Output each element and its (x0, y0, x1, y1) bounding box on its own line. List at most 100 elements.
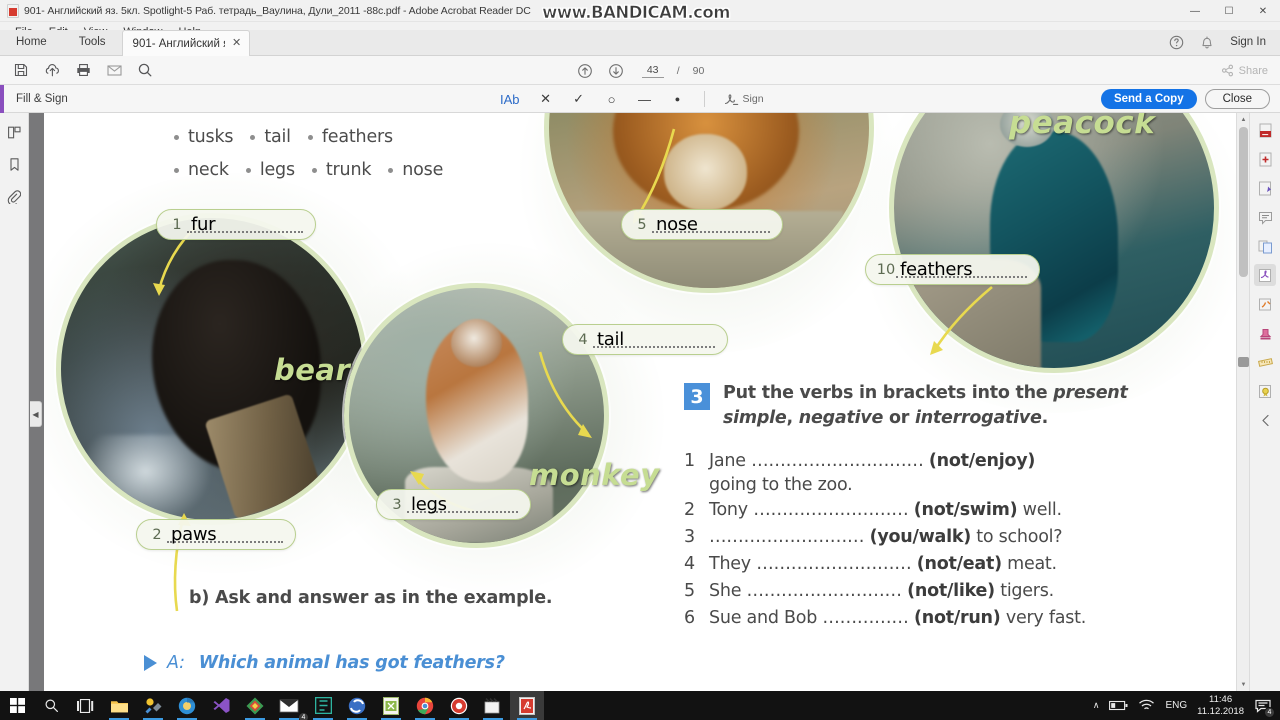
sign-button[interactable]: Sign (724, 92, 764, 106)
evernote-icon[interactable] (306, 691, 340, 720)
send-for-signature-icon[interactable] (1254, 293, 1276, 315)
send-a-copy-button[interactable]: Send a Copy (1100, 89, 1197, 109)
answer-number: 4 (578, 331, 588, 348)
item-verb: (not/run) (913, 608, 1001, 629)
item-blank[interactable]: ……………………… (753, 500, 909, 520)
chrome-blue-icon[interactable] (170, 691, 204, 720)
action-center-icon[interactable]: 4 (1254, 697, 1275, 718)
text-field-tool[interactable]: IAb (500, 89, 520, 109)
navigation-rail (0, 113, 29, 691)
answer-number: 10 (876, 261, 896, 278)
item-pre: Sue and Bob (709, 608, 823, 629)
record-icon[interactable] (442, 691, 476, 720)
attachment-icon[interactable] (5, 187, 23, 205)
search-icon[interactable] (136, 61, 154, 79)
pdf-page[interactable]: tusks tail feathers neck legs trunk nose… (44, 113, 1236, 691)
dot-tool[interactable]: ● (671, 89, 685, 109)
item-blank[interactable]: ………………………… (751, 451, 924, 471)
mail-icon[interactable]: 4 (272, 691, 309, 720)
directory-opus-icon[interactable] (238, 691, 272, 720)
language-indicator[interactable]: ENG (1165, 700, 1187, 711)
export-pdf-icon[interactable] (1254, 119, 1276, 141)
cross-mark-tool[interactable]: ✕ (539, 89, 553, 109)
excel-icon[interactable] (374, 691, 408, 720)
create-pdf-icon[interactable] (1254, 148, 1276, 170)
circle-tool[interactable]: ○ (605, 89, 619, 109)
answer-number: 5 (637, 216, 647, 233)
item-blank[interactable]: ……………………… (747, 581, 903, 601)
page-up-icon[interactable] (576, 62, 594, 80)
taskbar-search-icon[interactable] (34, 691, 68, 720)
item-blank[interactable]: …………… (822, 608, 909, 628)
fill-sign-icon[interactable] (1254, 264, 1276, 286)
line-tool[interactable]: — (638, 89, 652, 109)
bullet-icon (311, 168, 317, 173)
bookmark-icon[interactable] (5, 155, 23, 173)
close-fill-sign-button[interactable]: Close (1204, 89, 1270, 109)
settings-tools-icon[interactable] (136, 691, 170, 720)
measure-icon[interactable] (1254, 351, 1276, 373)
bell-icon[interactable] (1200, 35, 1214, 50)
task-view-icon[interactable] (68, 691, 102, 720)
combine-files-icon[interactable] (1254, 235, 1276, 257)
email-icon[interactable] (105, 61, 123, 79)
comment-icon[interactable] (1254, 206, 1276, 228)
close-icon[interactable]: ✕ (231, 38, 243, 49)
windows-start-icon[interactable] (0, 691, 34, 720)
example-question: Which animal has got feathers? (198, 653, 505, 673)
signature-icon (724, 92, 739, 106)
scrollbar-marker[interactable] (1238, 357, 1249, 367)
action-center-badge: 4 (1264, 706, 1275, 718)
page-thumbnails-icon[interactable] (5, 123, 23, 141)
battery-icon[interactable] (1109, 700, 1128, 711)
item-number: 3 (684, 527, 695, 548)
movie-maker-icon[interactable] (476, 691, 510, 720)
page-down-icon[interactable] (607, 62, 625, 80)
skype-icon[interactable] (340, 691, 374, 720)
item-blank[interactable]: ……………………… (756, 554, 912, 574)
tab-document[interactable]: 901- Английский я... ✕ (121, 30, 250, 56)
share-button[interactable]: Share (1221, 61, 1268, 80)
minimize-button[interactable]: — (1178, 0, 1212, 22)
visual-studio-icon[interactable] (204, 691, 238, 720)
stamp-icon[interactable] (1254, 322, 1276, 344)
answer-field-5[interactable]: 5 nose (621, 209, 783, 240)
clock[interactable]: 11:46 11.12.2018 (1197, 694, 1244, 718)
document-viewport[interactable]: ◀ tusks tail feathers neck legs trunk no… (0, 113, 1280, 691)
close-window-button[interactable]: ✕ (1246, 0, 1280, 22)
edit-pdf-icon[interactable] (1254, 177, 1276, 199)
scrollbar-thumb[interactable] (1239, 127, 1248, 277)
print-icon[interactable] (74, 61, 92, 79)
tab-tools[interactable]: Tools (63, 29, 122, 55)
chrome-icon[interactable] (408, 691, 442, 720)
maximize-button[interactable]: ☐ (1212, 0, 1246, 22)
collapse-panel-button[interactable]: ◀ (30, 401, 42, 427)
wifi-icon[interactable] (1138, 699, 1155, 712)
example-dialogue: A: Which animal has got feathers? (144, 653, 505, 673)
answer-field-3[interactable]: 3 legs (376, 489, 531, 520)
file-explorer-icon[interactable] (102, 691, 136, 720)
page-number-input[interactable]: 43 (641, 64, 664, 78)
exercise-item: 1 Jane ………………………… (not/enjoy) (684, 449, 1204, 473)
certificates-icon[interactable] (1254, 380, 1276, 402)
help-circle-icon[interactable] (1169, 35, 1184, 50)
document-scrollbar[interactable]: ▲ ▼ (1236, 113, 1249, 691)
acrobat-reader-window: 901- Английский яз. 5кл. Spotlight-5 Раб… (0, 0, 1280, 720)
save-icon[interactable] (12, 61, 30, 79)
answer-text: fur (191, 214, 216, 235)
more-tools-icon[interactable] (1254, 409, 1276, 431)
upload-cloud-icon[interactable] (43, 61, 61, 79)
answer-field-2[interactable]: 2 paws (136, 519, 296, 550)
bullet-icon (245, 168, 251, 173)
answer-field-1[interactable]: 1 fur (156, 209, 316, 240)
tab-home[interactable]: Home (0, 29, 63, 55)
acrobat-reader-icon[interactable] (510, 691, 544, 720)
item-text: Jane ………………………… (not/enjoy) (709, 449, 1204, 473)
item-post: well. (1017, 499, 1062, 520)
chevron-up-icon[interactable]: ∧ (1093, 700, 1100, 711)
answer-field-4[interactable]: 4 tail (562, 324, 728, 355)
checkmark-tool[interactable]: ✓ (572, 89, 586, 109)
item-blank[interactable]: ……………………… (709, 527, 865, 547)
answer-field-10[interactable]: 10 feathers (865, 254, 1040, 285)
sign-in-button[interactable]: Sign In (1230, 36, 1266, 48)
